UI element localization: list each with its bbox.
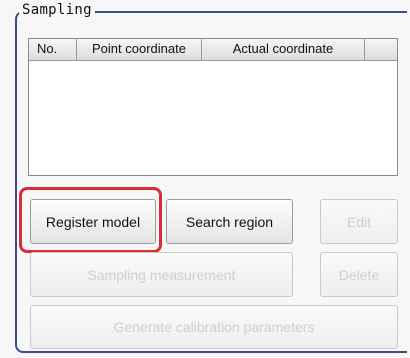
column-header-no[interactable]: No. bbox=[29, 39, 77, 60]
sampling-measurement-button[interactable]: Sampling measurement bbox=[30, 252, 293, 297]
edit-button[interactable]: Edit bbox=[320, 199, 398, 244]
column-header-blank[interactable] bbox=[365, 39, 397, 60]
list-header: No. Point coordinate Actual coordinate bbox=[29, 39, 397, 61]
delete-button[interactable]: Delete bbox=[320, 252, 398, 297]
column-header-actual-coordinate[interactable]: Actual coordinate bbox=[202, 39, 365, 60]
sampling-panel: Sampling No. Point coordinate Actual coo… bbox=[0, 0, 410, 358]
generate-calibration-parameters-button[interactable]: Generate calibration parameters bbox=[30, 305, 398, 349]
group-title: Sampling bbox=[19, 2, 95, 18]
column-header-point-coordinate[interactable]: Point coordinate bbox=[77, 39, 202, 60]
search-region-button[interactable]: Search region bbox=[166, 199, 293, 244]
register-model-button[interactable]: Register model bbox=[30, 199, 156, 244]
sampling-list[interactable]: No. Point coordinate Actual coordinate bbox=[28, 38, 398, 176]
